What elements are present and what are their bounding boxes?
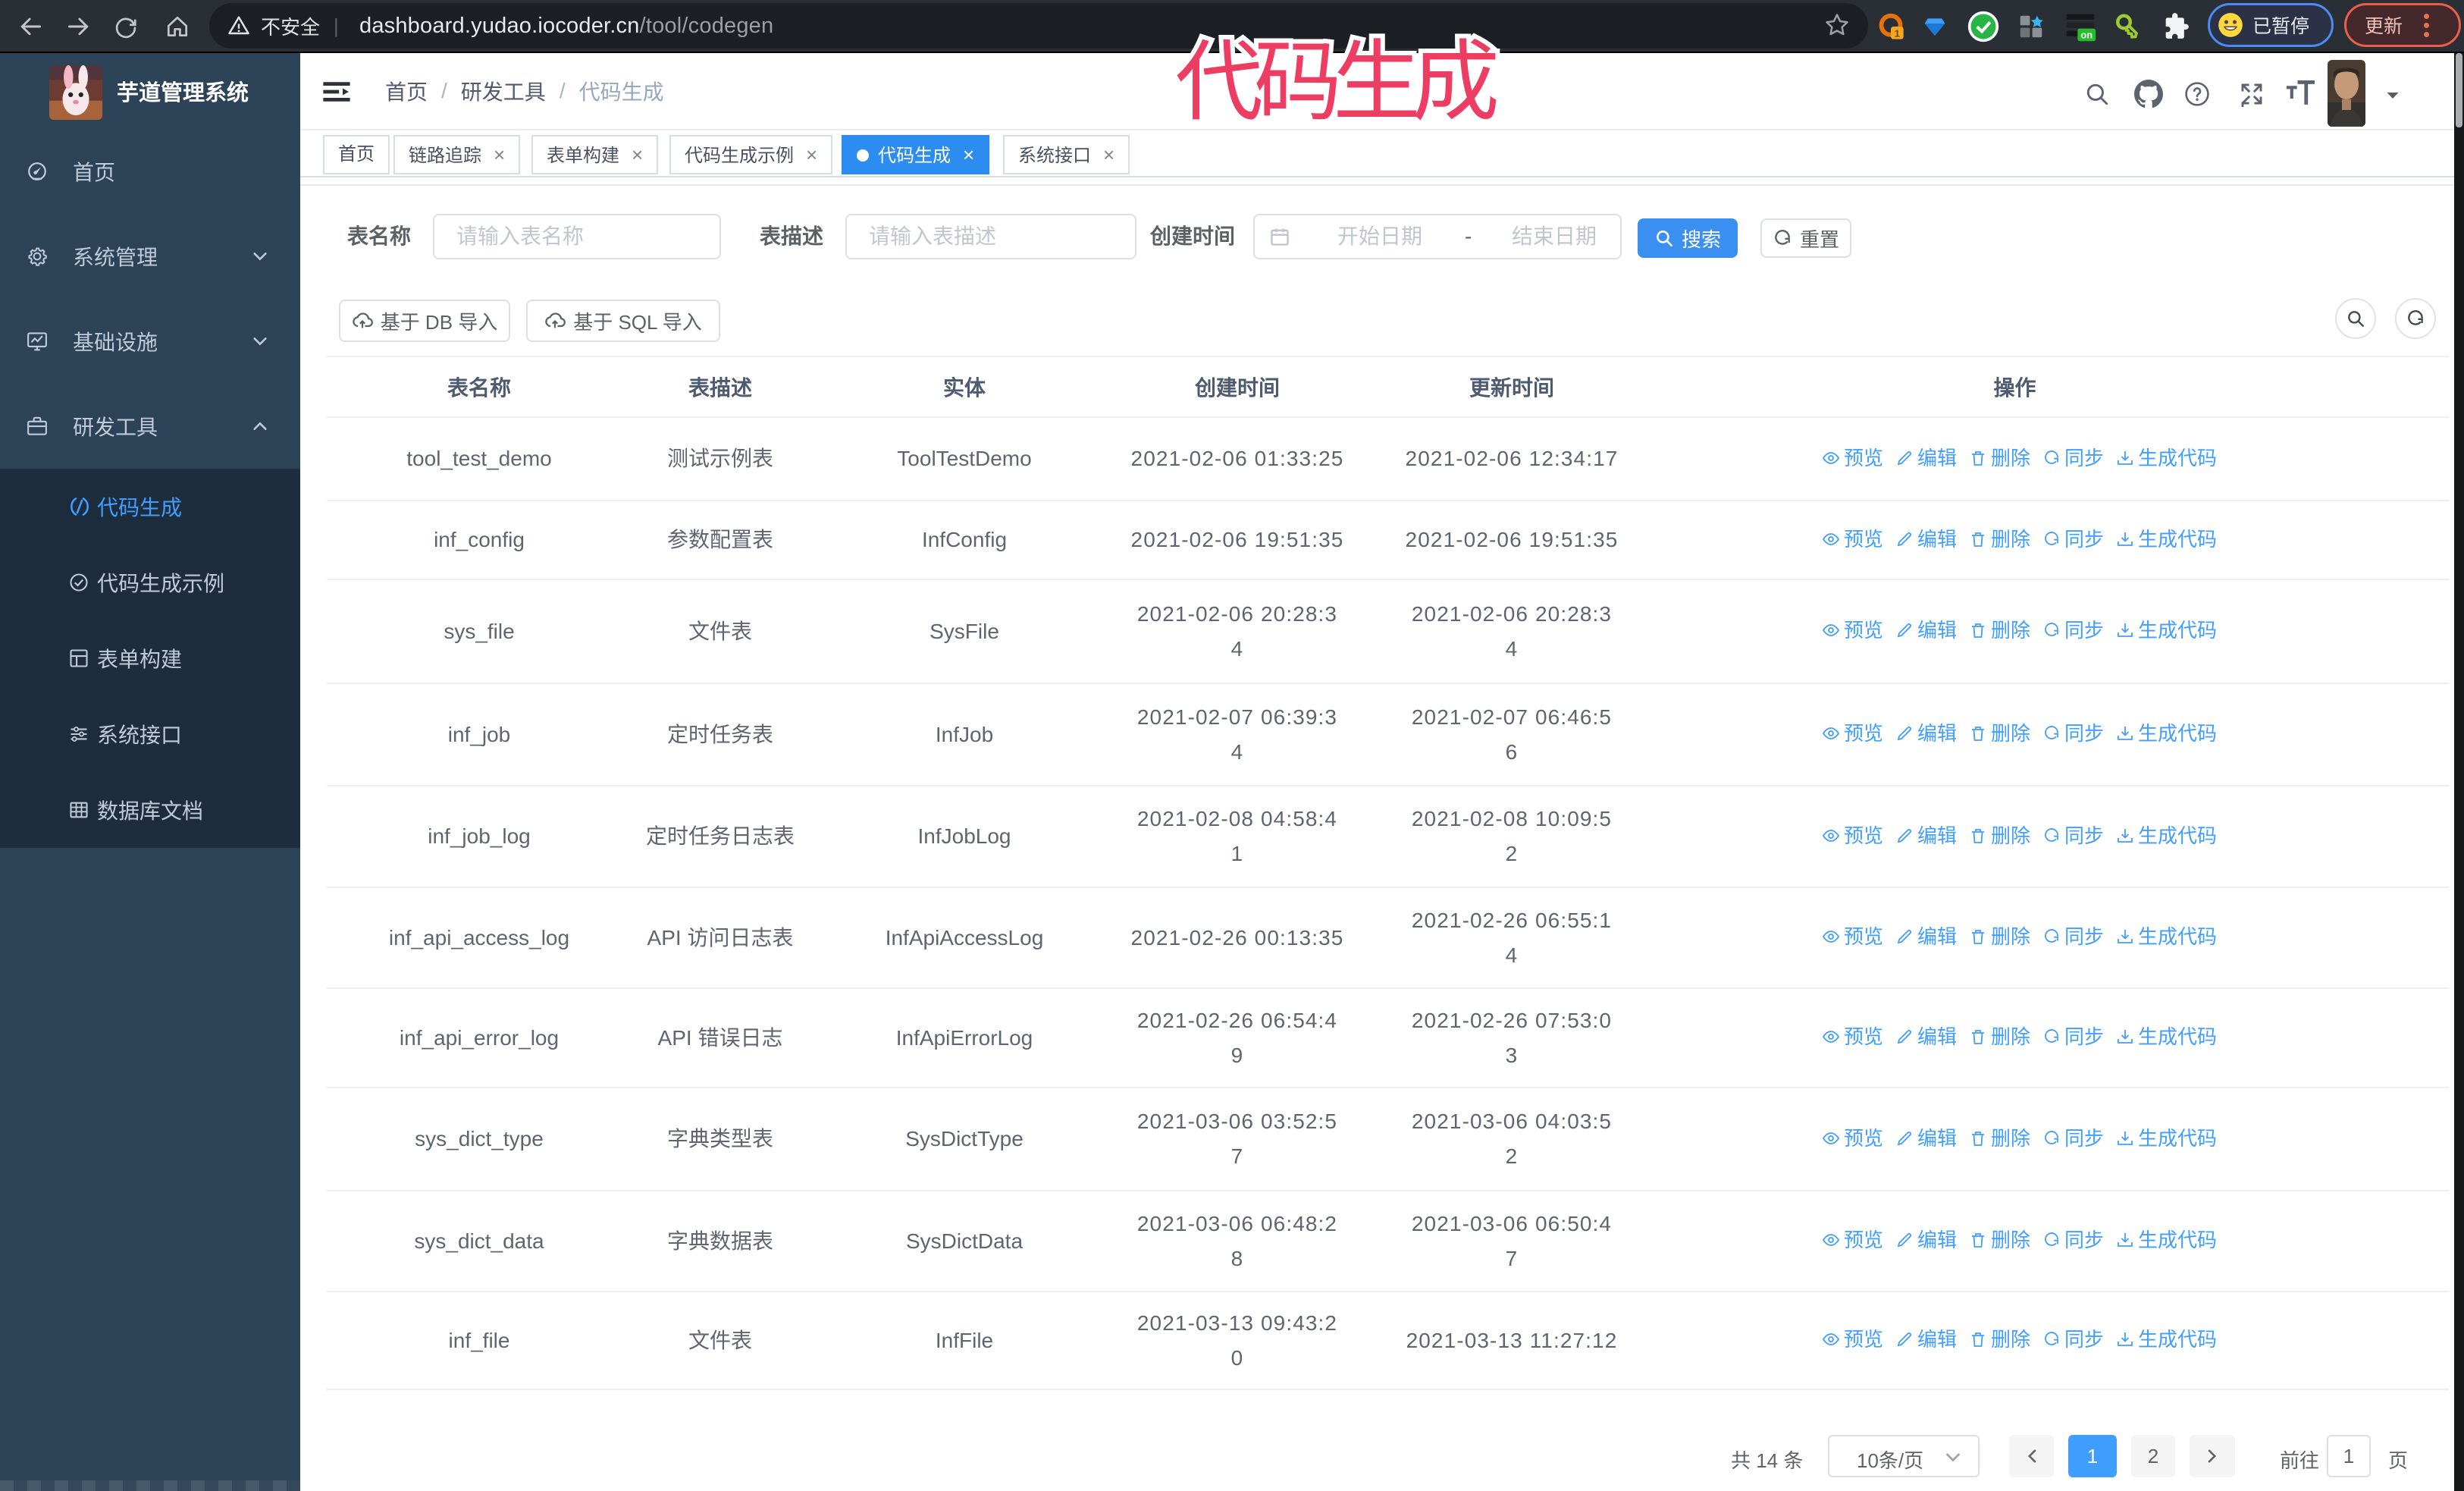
- svg-text:1: 1: [1895, 27, 1901, 39]
- svg-text:on: on: [2080, 30, 2093, 41]
